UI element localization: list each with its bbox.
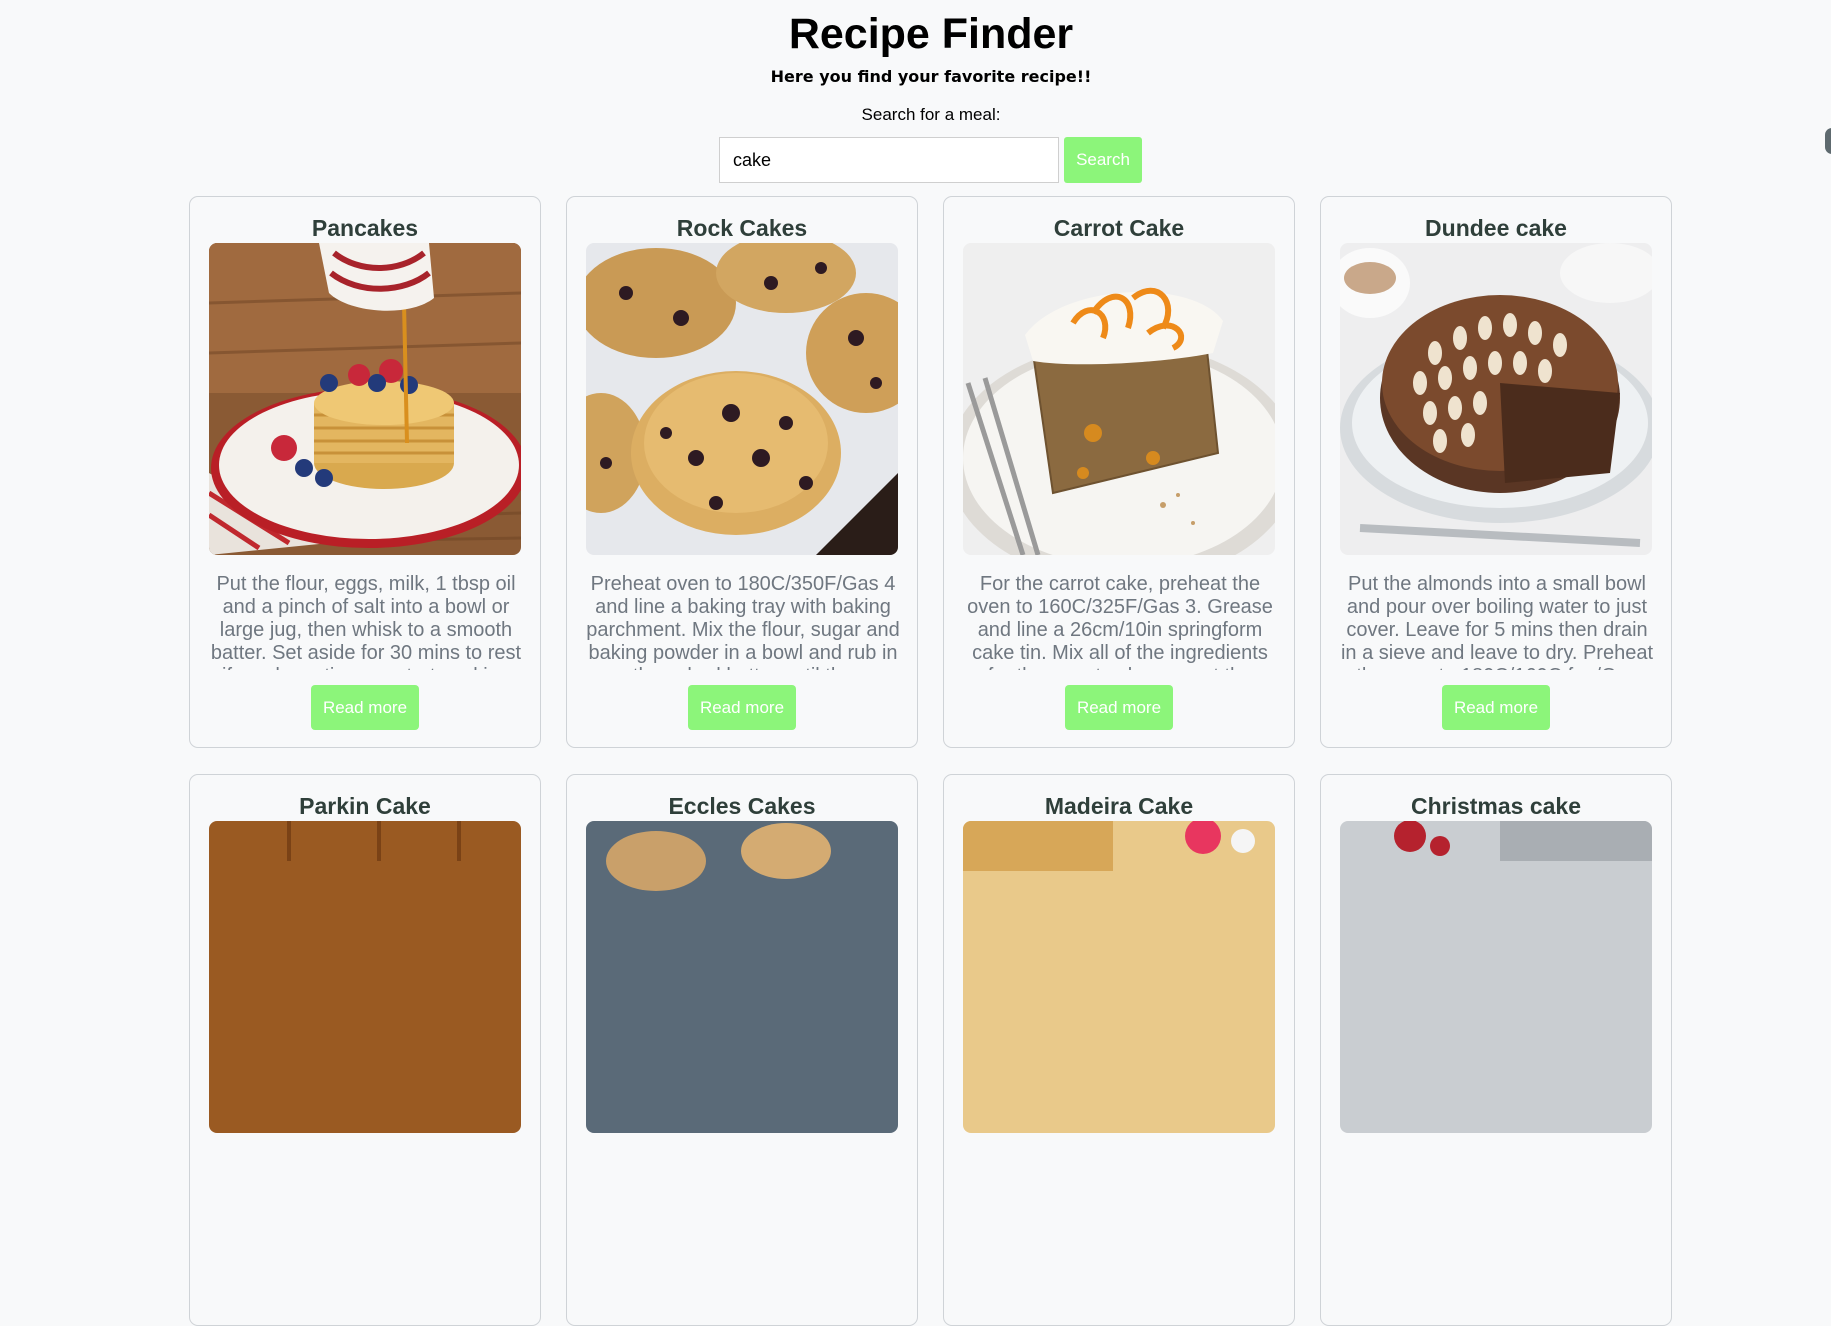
recipe-image [963,243,1275,555]
recipe-title: Dundee cake [1425,215,1567,241]
recipe-description: For the carrot cake, preheat the oven to… [967,573,1273,670]
recipe-image [586,243,898,555]
scroll-indicator [1825,128,1831,154]
recipe-card-pancakes: Pancakes Put the flour, eggs, milk, 1 tb… [189,196,541,748]
read-more-button[interactable]: Read more [1442,685,1550,730]
page-subtitle: Here you find your favorite recipe!! [770,67,1092,86]
recipe-card-dundee-cake: Dundee cake Put the almonds into a small… [1320,196,1672,748]
read-more-button[interactable]: Read more [1065,685,1173,730]
recipe-card-christmas-cake: Christmas cake [1320,774,1672,1326]
recipe-description: Put the almonds into a small bowl and po… [1340,573,1654,670]
recipe-card-eccles-cakes: Eccles Cakes [566,774,918,1326]
read-more-button[interactable]: Read more [688,685,796,730]
page-title: Recipe Finder [788,10,1074,58]
recipe-image [586,821,898,1133]
recipe-card-rock-cakes: Rock Cakes Preheat oven to 180C/350F/Gas… [566,196,918,748]
recipe-description: Preheat oven to 180C/350F/Gas 4 and line… [586,573,900,670]
recipe-title: Carrot Cake [1053,215,1185,241]
recipe-image [1340,243,1652,555]
recipe-card-madeira-cake: Madeira Cake [943,774,1295,1326]
recipe-title: Rock Cakes [676,215,808,241]
recipe-title: Madeira Cake [1044,793,1194,819]
recipe-title: Parkin Cake [299,793,431,819]
recipe-image [209,243,521,555]
read-more-button[interactable]: Read more [311,685,419,730]
search-label: Search for a meal: [861,105,1001,124]
recipe-image [1340,821,1652,1133]
recipe-image [209,821,521,1133]
recipe-card-carrot-cake: Carrot Cake For the carrot cake, preheat… [943,196,1295,748]
recipe-card-parkin-cake: Parkin Cake [189,774,541,1326]
recipe-image [963,821,1275,1133]
recipe-title: Eccles Cakes [668,793,816,819]
recipe-description: Put the flour, eggs, milk, 1 tbsp oil an… [210,573,522,670]
recipe-title: Christmas cake [1410,793,1582,819]
search-input[interactable] [719,137,1059,183]
search-button[interactable]: Search [1064,137,1142,183]
recipe-title: Pancakes [311,215,419,241]
